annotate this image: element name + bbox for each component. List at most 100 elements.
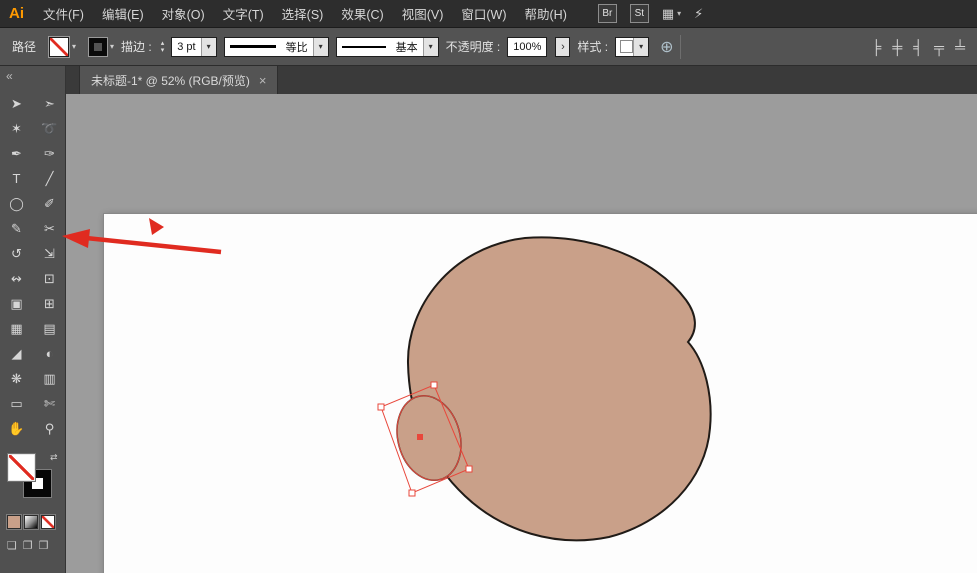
artboard-tool[interactable]: ▭ (0, 391, 33, 416)
pen-tool[interactable]: ✒ (0, 141, 33, 166)
width-tool-icon: ↭ (11, 271, 22, 287)
document-tab[interactable]: 未标题-1* @ 52% (RGB/预览) × (79, 66, 278, 94)
magic-wand-tool-icon: ✶ (11, 121, 22, 137)
lasso-tool-icon: ➰ (41, 121, 57, 137)
share-icon[interactable]: ⚡ (694, 6, 703, 22)
vertical-align-top-icon[interactable]: ╤ (934, 39, 944, 55)
brush-definition-combo[interactable]: 基本 ▾ (336, 37, 439, 57)
slice-tool[interactable]: ✄ (33, 391, 66, 416)
graphic-style-combo[interactable]: ▾ (615, 37, 649, 57)
tools-panel: « ➤ ➣ ✶ ➰ ✒ ✑ (0, 66, 66, 573)
stock-icon[interactable]: St (630, 4, 649, 23)
type-tool[interactable]: T (0, 166, 33, 191)
opacity-panel-button[interactable]: › (555, 37, 570, 57)
artboard[interactable] (103, 213, 977, 573)
chevron-down-icon[interactable]: ▾ (313, 38, 328, 56)
canvas-pasteboard[interactable] (66, 94, 977, 573)
shape-builder-tool[interactable]: ▣ (0, 291, 33, 316)
none-swatch[interactable] (41, 515, 55, 529)
workspace-grid-icon: ▦ (662, 6, 674, 22)
fill-color-picker[interactable]: ▾ (49, 37, 76, 57)
menu-window[interactable]: 窗口(W) (452, 0, 515, 27)
opacity-input[interactable]: 100% (507, 37, 547, 57)
swap-fill-stroke-icon[interactable]: ⇄ (50, 452, 58, 463)
free-transform-tool-icon: ⊡ (44, 271, 55, 287)
width-tool[interactable]: ↭ (0, 266, 33, 291)
line-segment-tool[interactable]: ╱ (33, 166, 66, 191)
chevron-down-icon[interactable]: ▾ (201, 38, 216, 56)
workspace-switcher[interactable]: ▦ ▾ (662, 6, 681, 22)
menu-object[interactable]: 对象(O) (153, 0, 214, 27)
rotate-tool-icon: ↺ (11, 246, 22, 262)
scissors-tool-icon: ✂ (44, 221, 55, 237)
hand-tool[interactable]: ✋ (0, 416, 33, 441)
mesh-tool-icon: ▦ (10, 321, 22, 337)
stepper-up-icon[interactable]: ▴ (161, 40, 165, 47)
fill-color-indicator[interactable] (8, 454, 35, 481)
horizontal-align-right-icon[interactable]: ╡ (913, 39, 923, 55)
collapse-panel-icon[interactable]: « (6, 69, 13, 83)
symbol-sprayer-tool[interactable]: ❋ (0, 366, 33, 391)
stroke-weight-label: 描边 : (121, 38, 152, 55)
brush-value: 基本 (391, 39, 423, 55)
free-transform-tool[interactable]: ⊡ (33, 266, 66, 291)
paintbrush-tool[interactable]: ✐ (33, 191, 66, 216)
draw-inside-mode-icon[interactable]: ❒ (39, 539, 49, 552)
tab-close-icon[interactable]: × (259, 73, 267, 88)
scale-tool[interactable]: ⇲ (33, 241, 66, 266)
scissors-tool[interactable]: ✂ (33, 216, 66, 241)
draw-normal-mode-icon[interactable]: ❏ (7, 539, 17, 552)
column-graph-tool[interactable]: ▥ (33, 366, 66, 391)
gradient-tool[interactable]: ▤ (33, 316, 66, 341)
curvature-tool[interactable]: ✑ (33, 141, 66, 166)
opacity-value: 100% (508, 41, 546, 53)
stroke-color-picker[interactable]: ▾ (89, 38, 114, 56)
stroke-weight-combo[interactable]: 3 pt ▾ (171, 37, 216, 57)
horizontal-align-center-icon[interactable]: ╪ (892, 39, 902, 55)
document-setup-globe-icon[interactable]: ⊕ (660, 37, 673, 57)
perspective-grid-tool[interactable]: ⊞ (33, 291, 66, 316)
menu-file[interactable]: 文件(F) (34, 0, 93, 27)
illustrator-logo: Ai (0, 5, 34, 22)
selection-tool[interactable]: ➤ (0, 91, 33, 116)
hand-tool-icon: ✋ (8, 421, 24, 437)
direct-selection-tool[interactable]: ➣ (33, 91, 66, 116)
scale-tool-icon: ⇲ (44, 246, 55, 262)
magic-wand-tool[interactable]: ✶ (0, 116, 33, 141)
main-menu: 文件(F) 编辑(E) 对象(O) 文字(T) 选择(S) 效果(C) 视图(V… (34, 0, 576, 27)
zoom-tool[interactable]: ⚲ (33, 416, 66, 441)
horizontal-align-left-icon[interactable]: ╞ (871, 39, 881, 55)
color-swatch[interactable] (7, 515, 21, 529)
rotate-tool[interactable]: ↺ (0, 241, 33, 266)
ellipse-tool[interactable]: ◯ (0, 191, 33, 216)
menu-edit[interactable]: 编辑(E) (93, 0, 153, 27)
chevron-down-icon[interactable]: ▾ (633, 38, 648, 56)
menu-help[interactable]: 帮助(H) (516, 0, 576, 27)
document-tab-title: 未标题-1* @ 52% (RGB/预览) (91, 72, 250, 89)
menu-view[interactable]: 视图(V) (393, 0, 453, 27)
menu-type[interactable]: 文字(T) (214, 0, 273, 27)
eyedropper-tool[interactable]: ◢ (0, 341, 33, 366)
bridge-icon[interactable]: Br (598, 4, 617, 23)
mesh-tool[interactable]: ▦ (0, 316, 33, 341)
shaper-tool[interactable]: ✎ (0, 216, 33, 241)
vertical-align-bottom-icon[interactable]: ╧ (955, 39, 965, 55)
blend-tool[interactable]: ◐ (33, 341, 66, 366)
artboard-tool-icon: ▭ (10, 396, 22, 412)
stroke-swatch-icon (89, 38, 107, 56)
stroke-weight-stepper[interactable]: ▴ ▾ (161, 40, 165, 54)
shaper-tool-icon: ✎ (11, 221, 22, 237)
draw-behind-mode-icon[interactable]: ❐ (23, 539, 33, 552)
stepper-down-icon[interactable]: ▾ (161, 47, 165, 54)
direct-selection-tool-icon: ➣ (44, 96, 55, 112)
lasso-tool[interactable]: ➰ (33, 116, 66, 141)
type-tool-icon: T (13, 171, 21, 186)
chevron-down-icon[interactable]: ▾ (423, 38, 438, 56)
tools-grid: ➤ ➣ ✶ ➰ ✒ ✑ T (0, 91, 65, 441)
eyedropper-tool-icon: ◢ (12, 346, 22, 362)
gradient-tool-icon: ▤ (43, 321, 55, 337)
width-profile-combo[interactable]: 等比 ▾ (224, 37, 329, 57)
menu-select[interactable]: 选择(S) (273, 0, 333, 27)
gradient-swatch[interactable] (24, 515, 38, 529)
menu-effect[interactable]: 效果(C) (332, 0, 392, 27)
